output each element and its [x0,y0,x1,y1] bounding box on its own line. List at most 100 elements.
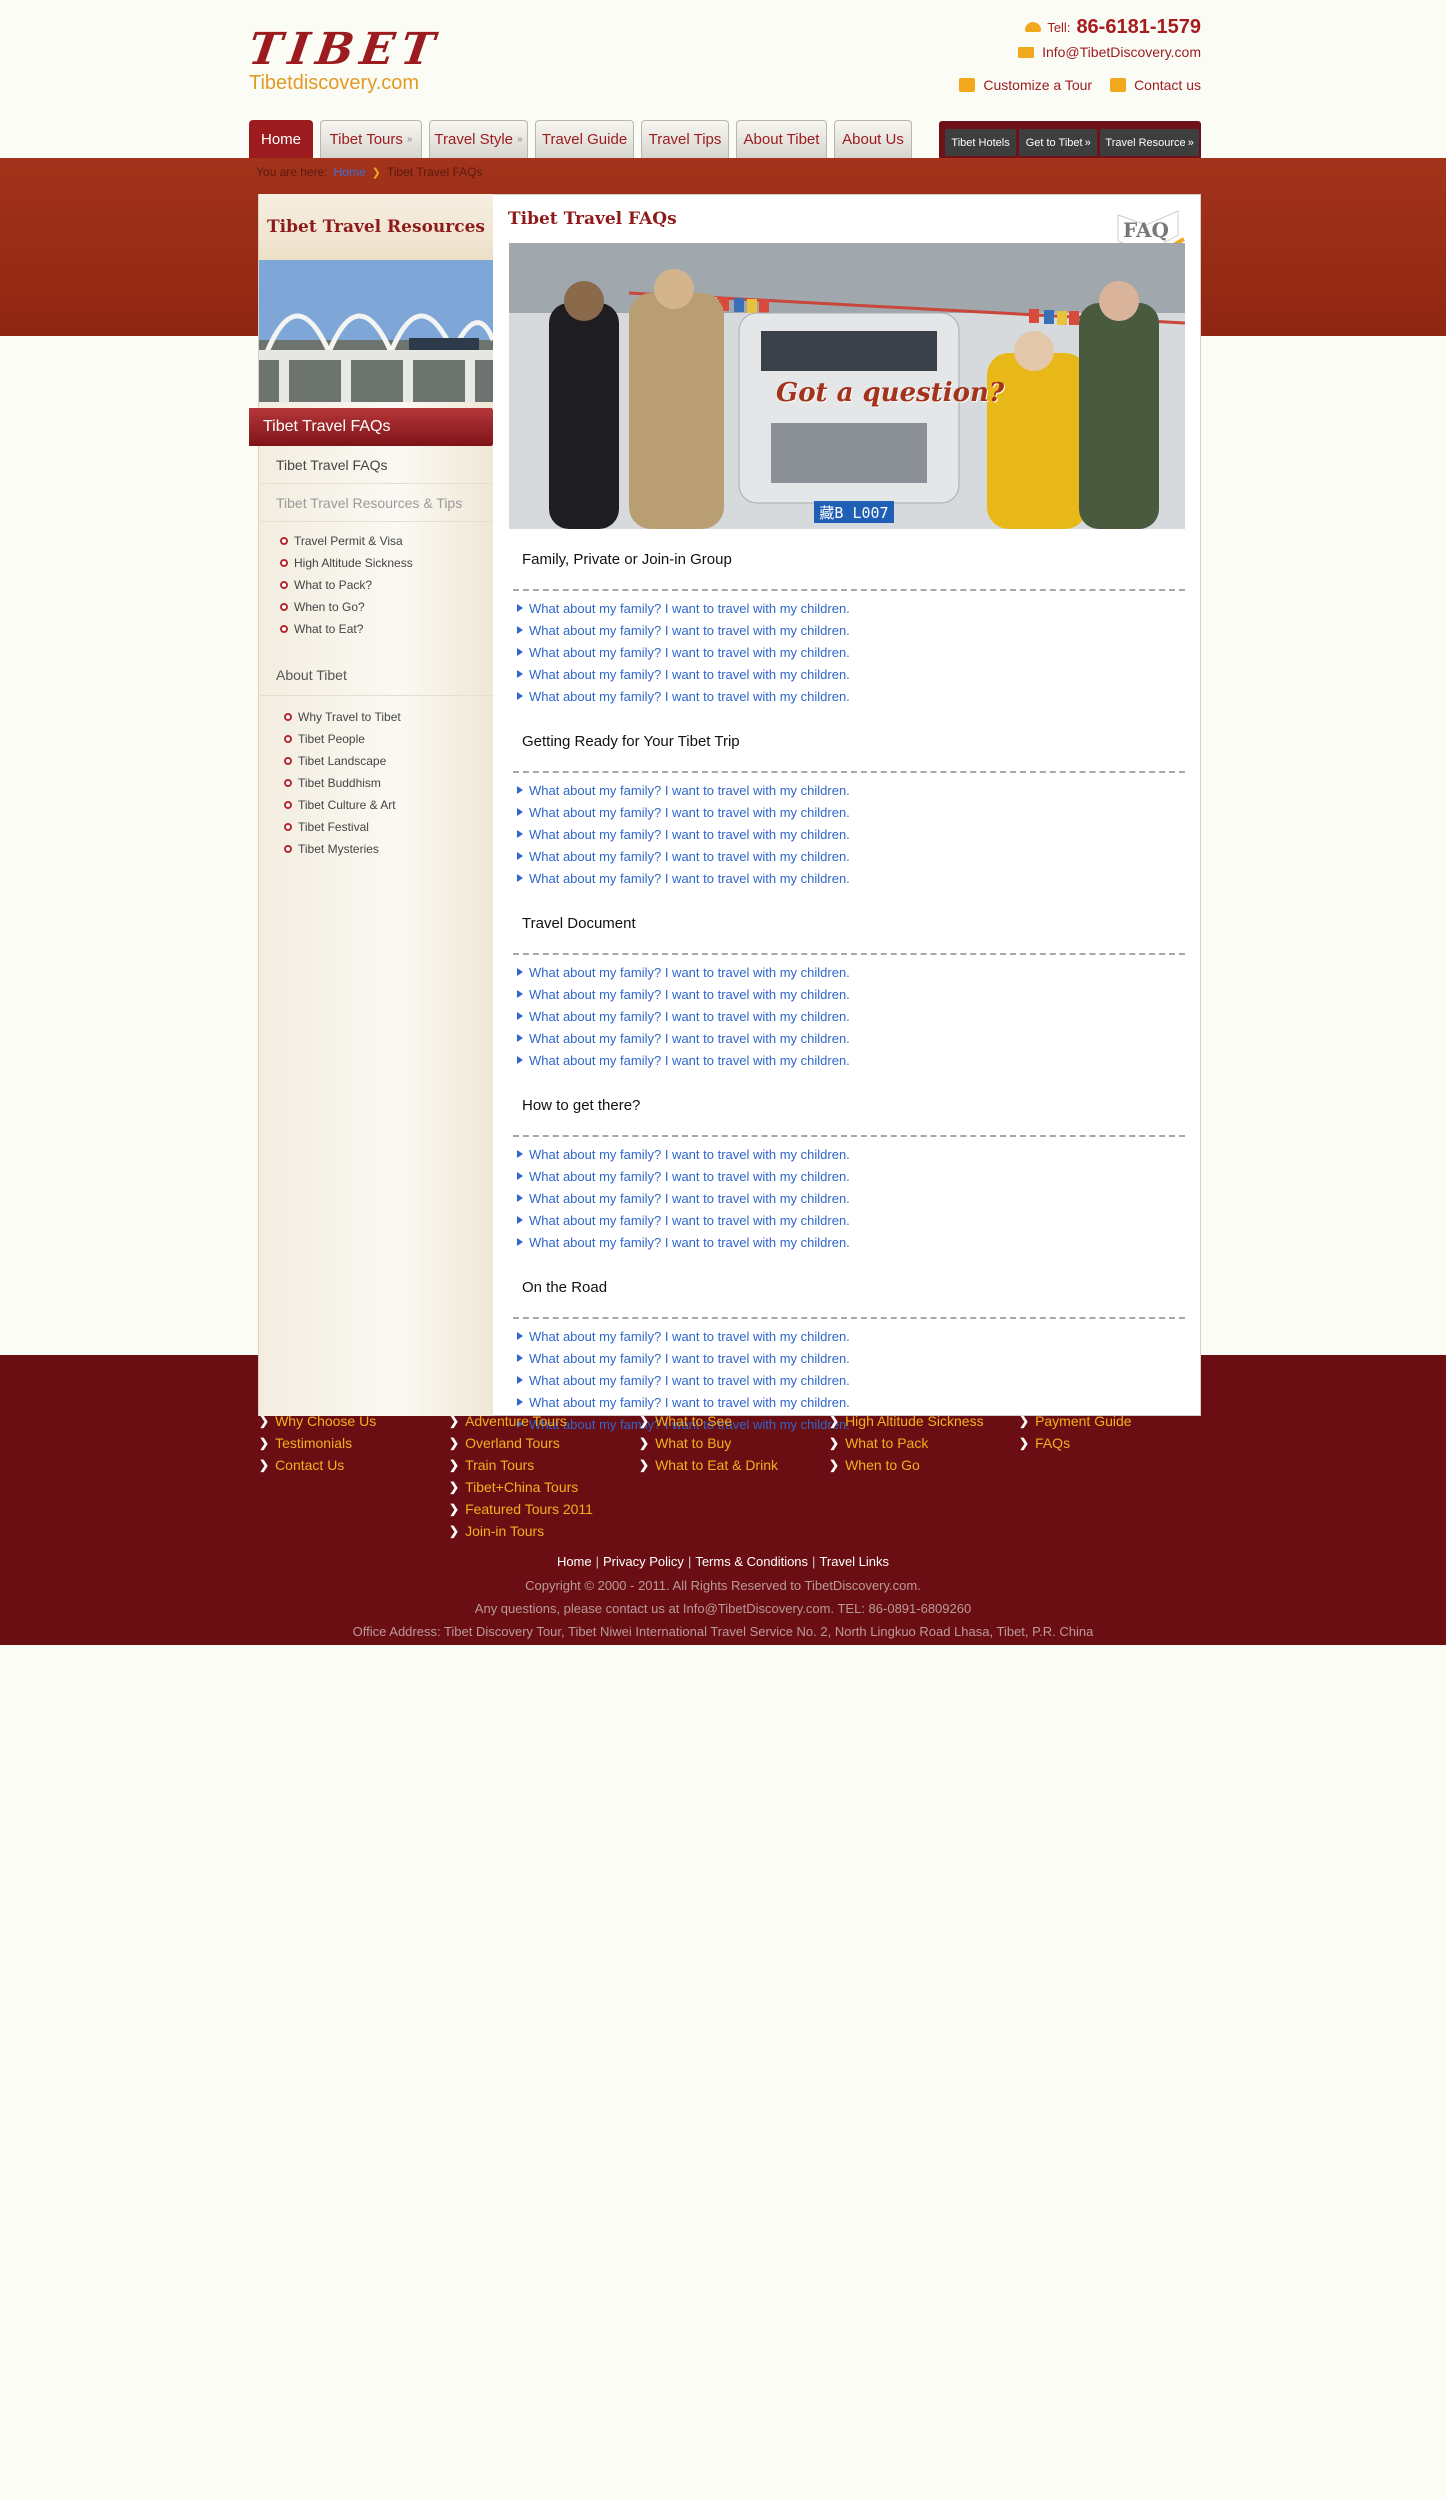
sidebar-item-resources-tips[interactable]: Tibet Travel Resources & Tips [258,484,493,522]
footer-link[interactable]: ❯ Adventure Tours [449,1410,639,1432]
faq-link[interactable]: What about my family? I want to travel w… [517,801,1201,823]
footer-privacy-link[interactable]: Privacy Policy [603,1554,684,1569]
subnav-get-to-tibet[interactable]: Get to Tibet» [1019,129,1098,156]
sidebar-item-faqs[interactable]: Tibet Travel FAQs [258,446,493,484]
footer-link[interactable]: ❯ High Altitude Sickness [829,1410,1019,1432]
subnav-travel-resource[interactable]: Travel Resource» [1100,129,1199,156]
triangle-right-icon [517,808,523,816]
faq-link[interactable]: What about my family? I want to travel w… [517,685,1201,707]
nav-tab-home[interactable]: Home [249,120,313,158]
faq-link[interactable]: What about my family? I want to travel w… [517,1347,1201,1369]
footer-link[interactable]: ❯ Payment Guide [1019,1410,1209,1432]
sidebar-item-festival[interactable]: Tibet Festival [258,816,493,838]
footer-link[interactable]: ❯ What to Buy [639,1432,829,1454]
bullet-icon [284,757,292,765]
faq-question: What about my family? I want to travel w… [529,1030,850,1046]
subnav-tibet-hotels[interactable]: Tibet Hotels [945,129,1017,156]
sidebar-item-label: Tibet Culture & Art [298,798,396,812]
sidebar-item-buddhism[interactable]: Tibet Buddhism [258,772,493,794]
main-content: Tibet Travel FAQs FAQ 藏B L007 Got a ques… [493,194,1201,1432]
email-link[interactable]: Info@TibetDiscovery.com [1042,44,1201,60]
triangle-right-icon [517,692,523,700]
faq-link[interactable]: What about my family? I want to travel w… [517,1005,1201,1027]
footer-link[interactable]: ❯ FAQs [1019,1432,1209,1454]
contact-us-link[interactable]: Contact us [1110,77,1201,93]
nav-tab-travel-guide[interactable]: Travel Guide [535,120,634,158]
footer-link[interactable]: ❯ Overland Tours [449,1432,639,1454]
sidebar-item-mysteries[interactable]: Tibet Mysteries [258,838,493,860]
footer-link[interactable]: ❯ What to Eat & Drink [639,1454,829,1476]
faq-link[interactable]: What about my family? I want to travel w… [517,663,1201,685]
footer-link[interactable]: ❯ Why Choose Us [259,1410,449,1432]
footer-link[interactable]: ❯ Contact Us [259,1454,449,1476]
faq-link[interactable]: What about my family? I want to travel w… [517,1187,1201,1209]
mail-icon [1018,46,1035,58]
breadcrumb-current: Tibet Travel FAQs [386,165,483,179]
footer-terms-link[interactable]: Terms & Conditions [695,1554,808,1569]
main-nav: Home Tibet Tours» Travel Style» Travel G… [249,119,919,158]
sidebar-item-permit[interactable]: Travel Permit & Visa [258,530,493,552]
sidebar-item-label: Travel Permit & Visa [294,534,403,548]
sidebar-item-why-travel[interactable]: Why Travel to Tibet [258,706,493,728]
faq-link[interactable]: What about my family? I want to travel w… [517,867,1201,889]
customize-tour-link[interactable]: Customize a Tour [959,77,1092,93]
footer-link-label: FAQs [1035,1435,1071,1451]
dashed-divider [513,1135,1185,1137]
nav-tab-travel-tips[interactable]: Travel Tips [641,120,729,158]
faq-link[interactable]: What about my family? I want to travel w… [517,619,1201,641]
breadcrumb: You are here: Home ❯ Tibet Travel FAQs [256,165,482,179]
nav-tab-about-us[interactable]: About Us [834,120,912,158]
footer-travel-links-link[interactable]: Travel Links [819,1554,889,1569]
faq-link[interactable]: What about my family? I want to travel w… [517,1143,1201,1165]
sidebar-item-eat[interactable]: What to Eat? [258,618,493,640]
section-title: Family, Private or Join-in Group [522,550,732,568]
faq-link[interactable]: What about my family? I want to travel w… [517,1165,1201,1187]
footer-link[interactable]: ❯ Train Tours [449,1454,639,1476]
section-title: Travel Document [522,914,636,932]
faq-link[interactable]: What about my family? I want to travel w… [517,1049,1201,1071]
footer-link-label: When to Go [845,1457,920,1473]
sidebar-item-people[interactable]: Tibet People [258,728,493,750]
site-logo[interactable]: TIBET Tibetdiscovery.com [245,24,444,94]
faq-link[interactable]: What about my family? I want to travel w… [517,1325,1201,1347]
chevron-right-icon: ❯ [371,166,381,179]
faq-link[interactable]: What about my family? I want to travel w… [517,641,1201,663]
nav-tab-travel-style[interactable]: Travel Style» [429,120,528,158]
chevron-right-icon: ❯ [829,1414,840,1428]
footer-link[interactable]: ❯ Tibet+China Tours [449,1476,639,1498]
sidebar-item-landscape[interactable]: Tibet Landscape [258,750,493,772]
nav-tab-tibet-tours[interactable]: Tibet Tours» [320,120,422,158]
faq-link[interactable]: What about my family? I want to travel w… [517,779,1201,801]
chevron-right-icon: ❯ [639,1414,650,1428]
chevron-right-icon: ❯ [259,1414,270,1428]
faq-link[interactable]: What about my family? I want to travel w… [517,1369,1201,1391]
sidebar-about-heading[interactable]: About Tibet [258,654,493,696]
sidebar-item-altitude[interactable]: High Altitude Sickness [258,552,493,574]
footer-link-label: Tibet+China Tours [465,1479,579,1495]
sidebar-item-pack[interactable]: What to Pack? [258,574,493,596]
faq-link[interactable]: What about my family? I want to travel w… [517,845,1201,867]
faq-link[interactable]: What about my family? I want to travel w… [517,1027,1201,1049]
footer-link[interactable]: ❯ Join-in Tours [449,1520,639,1542]
sidebar-item-label: Tibet Mysteries [298,842,379,856]
footer-link[interactable]: ❯ Testimonials [259,1432,449,1454]
sidebar-item-when[interactable]: When to Go? [258,596,493,618]
chevron-right-icon: ❯ [259,1436,270,1450]
faq-link[interactable]: What about my family? I want to travel w… [517,983,1201,1005]
faq-link[interactable]: What about my family? I want to travel w… [517,1209,1201,1231]
faq-link[interactable]: What about my family? I want to travel w… [517,597,1201,619]
resource-links: Travel Permit & Visa High Altitude Sickn… [258,522,493,644]
sidebar-item-culture[interactable]: Tibet Culture & Art [258,794,493,816]
footer-link[interactable]: ❯ What to Pack [829,1432,1019,1454]
faq-link[interactable]: What about my family? I want to travel w… [517,1231,1201,1253]
nav-tab-about-tibet[interactable]: About Tibet [736,120,827,158]
footer-link[interactable]: ❯ When to Go [829,1454,1019,1476]
sidebar-active-tab[interactable]: Tibet Travel FAQs [249,408,502,446]
chevron-down-icon: » [517,134,523,145]
footer-home-link[interactable]: Home [557,1554,592,1569]
faq-link[interactable]: What about my family? I want to travel w… [517,823,1201,845]
breadcrumb-home-link[interactable]: Home [334,165,366,179]
footer-link[interactable]: ❯ What to See [639,1410,829,1432]
faq-link[interactable]: What about my family? I want to travel w… [517,961,1201,983]
footer-link[interactable]: ❯ Featured Tours 2011 [449,1498,639,1520]
